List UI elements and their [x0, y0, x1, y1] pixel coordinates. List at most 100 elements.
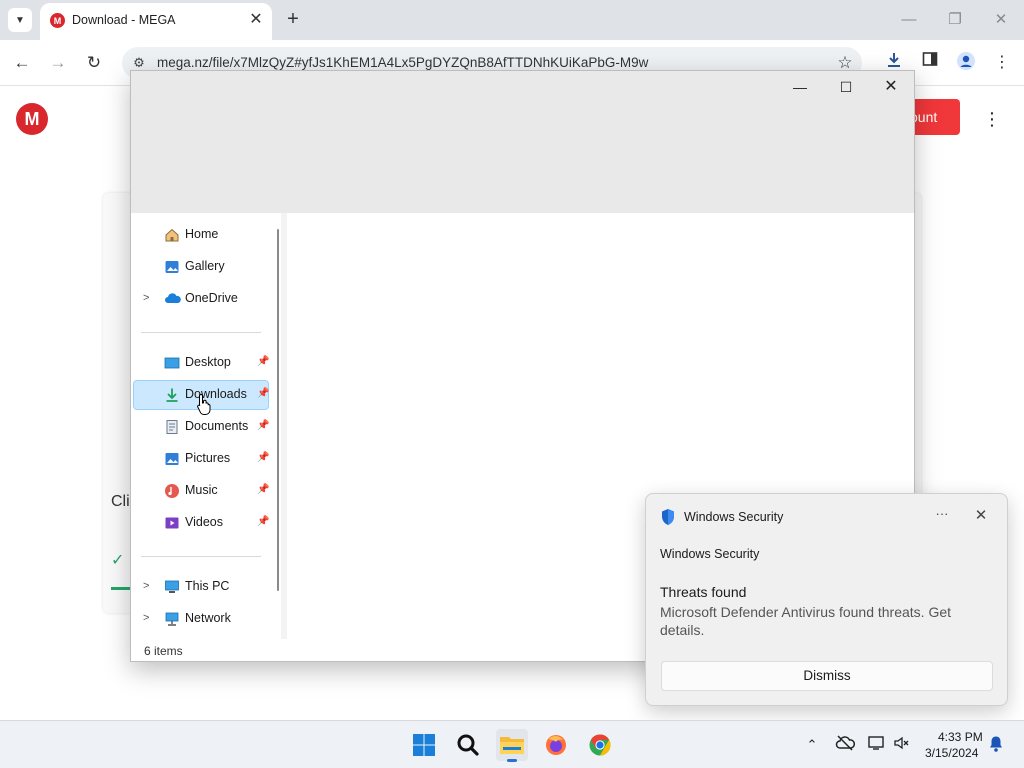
chevron-right-icon[interactable]: >	[143, 292, 149, 304]
reload-button[interactable]: ↻	[82, 51, 106, 75]
tab-search-button[interactable]: ▼	[8, 8, 32, 32]
start-button[interactable]	[408, 729, 440, 761]
browser-menu-icon[interactable]: ⋮	[990, 51, 1014, 75]
nav-label: Music	[185, 483, 218, 497]
nav-item-documents[interactable]: Documents 📌	[133, 412, 269, 442]
browser-restore-button[interactable]: ❐	[943, 8, 967, 32]
search-icon	[457, 734, 479, 756]
network-status-icon[interactable]	[867, 735, 887, 755]
windows-taskbar: ⌃ 4:33 PM 3/15/2024	[0, 720, 1024, 768]
profile-avatar-icon[interactable]	[954, 51, 978, 75]
notification-body[interactable]: Microsoft Defender Antivirus found threa…	[660, 603, 980, 639]
search-button[interactable]	[452, 729, 484, 761]
music-icon	[164, 483, 180, 499]
this-pc-icon	[164, 579, 180, 595]
desktop-icon	[164, 355, 180, 371]
firefox-taskbar-button[interactable]	[540, 729, 572, 761]
pictures-icon	[164, 451, 180, 467]
videos-icon	[164, 515, 180, 531]
chevron-right-icon[interactable]: >	[143, 612, 149, 624]
nav-item-pictures[interactable]: Pictures 📌	[133, 444, 269, 474]
tab-close-icon[interactable]: ✕	[247, 11, 265, 29]
folder-icon	[500, 737, 524, 754]
mega-logo[interactable]: M	[16, 103, 48, 135]
nav-label: Documents	[185, 419, 249, 433]
onedrive-icon	[164, 291, 181, 307]
browser-minimize-button[interactable]: —	[897, 8, 921, 32]
nav-label: Gallery	[185, 259, 225, 273]
nav-label: Videos	[185, 515, 223, 529]
pin-icon[interactable]: 📌	[257, 356, 269, 367]
explorer-title-area: — ☐ ✕	[131, 71, 914, 213]
url-text[interactable]: mega.nz/file/x7MlzQyZ#yfJs1KhEM1A4Lx5PgD…	[157, 55, 648, 70]
browser-tab[interactable]: M Download - MEGA ✕	[40, 3, 272, 40]
clock-time[interactable]: 4:33 PM	[938, 730, 983, 744]
dismiss-button[interactable]: Dismiss	[661, 661, 993, 691]
nav-label: This PC	[185, 579, 230, 593]
nav-divider	[141, 556, 261, 557]
pin-icon[interactable]: 📌	[257, 484, 269, 495]
new-tab-button[interactable]: +	[282, 9, 304, 31]
downloads-icon	[164, 387, 180, 403]
pin-icon[interactable]: 📌	[257, 516, 269, 527]
nav-label: OneDrive	[185, 291, 238, 305]
nav-item-onedrive[interactable]: > OneDrive	[133, 284, 269, 314]
pin-icon[interactable]: 📌	[257, 452, 269, 463]
active-app-indicator	[507, 759, 517, 762]
network-icon	[164, 611, 180, 627]
explorer-minimize-button[interactable]: —	[784, 75, 816, 99]
nav-label: Network	[185, 611, 231, 625]
nav-item-music[interactable]: Music 📌	[133, 476, 269, 506]
notification-app-name: Windows Security	[684, 510, 784, 524]
mega-card-text: Cli	[111, 493, 130, 510]
firefox-icon	[546, 735, 566, 755]
hand-cursor-icon	[197, 393, 211, 415]
more-options-icon[interactable]: ···	[930, 506, 954, 526]
nav-item-gallery[interactable]: Gallery	[133, 252, 269, 282]
notification-bell-icon[interactable]	[986, 735, 1006, 755]
chrome-icon	[589, 734, 611, 756]
mega-favicon-icon: M	[50, 13, 65, 28]
explorer-close-button[interactable]: ✕	[875, 75, 907, 99]
nav-item-videos[interactable]: Videos 📌	[133, 508, 269, 538]
home-icon	[164, 227, 180, 243]
explorer-maximize-button[interactable]: ☐	[830, 75, 862, 99]
back-button[interactable]: ←	[10, 51, 34, 75]
nav-item-desktop[interactable]: Desktop 📌	[133, 348, 269, 378]
windows-logo-icon	[413, 734, 435, 756]
clock-date[interactable]: 3/15/2024	[925, 746, 978, 760]
notification-title[interactable]: Threats found	[660, 584, 746, 600]
pin-icon[interactable]: 📌	[257, 420, 269, 431]
nav-item-this-pc[interactable]: > This PC	[133, 572, 269, 602]
checkmark-icon: ✓	[111, 552, 125, 569]
defender-shield-icon	[662, 509, 674, 525]
side-panel-icon[interactable]	[918, 51, 942, 75]
forward-button[interactable]: →	[46, 51, 70, 75]
close-icon[interactable]: ✕	[970, 506, 992, 526]
nav-label: Home	[185, 227, 219, 241]
chrome-taskbar-button[interactable]	[584, 729, 616, 761]
notification-source: Windows Security	[660, 547, 760, 561]
windows-security-notification[interactable]: Windows Security ··· ✕ Windows Security …	[645, 493, 1008, 706]
navigation-pane: Home Gallery > OneDrive Desktop 📌 Downlo…	[131, 213, 281, 639]
chevron-right-icon[interactable]: >	[143, 580, 149, 592]
show-hidden-icons-chevron-icon[interactable]: ⌃	[802, 735, 822, 755]
browser-tabstrip: ▼ M Download - MEGA ✕ + — ❐ ✕	[0, 0, 1024, 40]
documents-icon	[164, 419, 180, 435]
volume-muted-icon[interactable]	[892, 735, 912, 755]
pin-icon[interactable]: 📌	[257, 388, 269, 399]
onedrive-offline-icon[interactable]	[835, 735, 855, 755]
navigation-scrollbar[interactable]	[277, 229, 279, 591]
file-explorer-taskbar-button[interactable]	[496, 729, 528, 762]
tab-title: Download - MEGA	[72, 13, 176, 27]
browser-close-button[interactable]: ✕	[989, 8, 1013, 32]
nav-label: Desktop	[185, 355, 231, 369]
nav-label: Downloads	[185, 387, 247, 401]
chevron-down-icon: ▼	[15, 14, 25, 26]
nav-item-network[interactable]: > Network	[133, 604, 269, 634]
mega-menu-icon[interactable]: ⋮	[982, 107, 1002, 131]
gallery-icon	[164, 259, 180, 275]
item-count: 6 items	[144, 644, 183, 658]
nav-item-home[interactable]: Home	[133, 220, 269, 250]
nav-label: Pictures	[185, 451, 231, 465]
